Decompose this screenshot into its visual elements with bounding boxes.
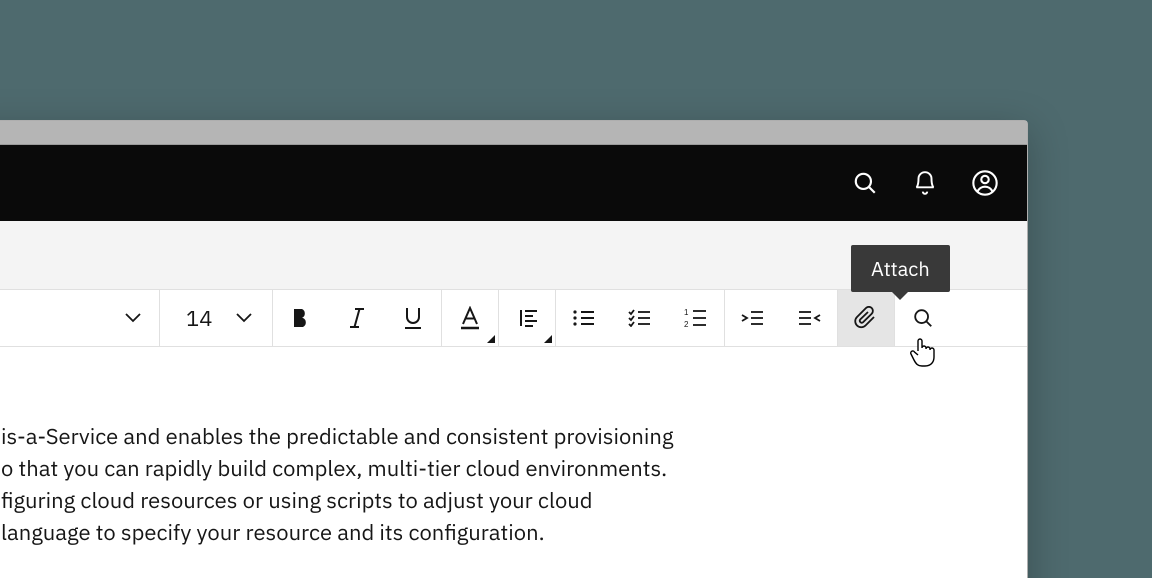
tooltip-label: Attach bbox=[871, 255, 930, 282]
indent-increase-icon bbox=[741, 309, 765, 327]
underline-button[interactable] bbox=[385, 290, 441, 346]
indent-decrease-button[interactable] bbox=[781, 290, 837, 346]
bold-icon bbox=[291, 307, 311, 329]
app-window: 14 bbox=[0, 120, 1028, 578]
notifications-button[interactable] bbox=[895, 153, 955, 213]
dropdown-corner-icon bbox=[487, 335, 495, 343]
text-line: is-a-Service and enables the predictable… bbox=[1, 421, 997, 453]
attach-button[interactable] bbox=[838, 290, 894, 346]
search-icon bbox=[852, 170, 878, 196]
attach-icon bbox=[854, 306, 878, 330]
attach-tooltip: Attach bbox=[851, 245, 950, 292]
account-button[interactable] bbox=[955, 153, 1015, 213]
check-list-button[interactable] bbox=[612, 290, 668, 346]
dropdown-corner-icon bbox=[544, 335, 552, 343]
numbered-list-button[interactable]: 12 bbox=[668, 290, 724, 346]
search-icon bbox=[912, 307, 934, 329]
bulleted-list-button[interactable] bbox=[556, 290, 612, 346]
paragraph-align-button[interactable] bbox=[499, 290, 555, 346]
chevron-down-icon bbox=[125, 313, 141, 323]
italic-button[interactable] bbox=[329, 290, 385, 346]
text-color-button[interactable] bbox=[442, 290, 498, 346]
check-list-icon bbox=[628, 309, 652, 327]
bold-button[interactable] bbox=[273, 290, 329, 346]
user-avatar-icon bbox=[971, 169, 999, 197]
indent-decrease-icon bbox=[797, 309, 821, 327]
chevron-down-icon bbox=[236, 313, 252, 323]
app-header bbox=[0, 145, 1027, 221]
text-line: o that you can rapidly build complex, mu… bbox=[1, 453, 997, 485]
svg-text:1: 1 bbox=[684, 308, 689, 317]
font-family-select[interactable] bbox=[0, 290, 159, 346]
font-size-select[interactable]: 14 bbox=[160, 290, 272, 346]
italic-icon bbox=[348, 307, 366, 329]
indent-increase-button[interactable] bbox=[725, 290, 781, 346]
editor-toolbar: 14 bbox=[0, 289, 1027, 347]
window-titlebar bbox=[0, 121, 1027, 145]
bulleted-list-icon bbox=[572, 309, 596, 327]
document-body[interactable]: is-a-Service and enables the predictable… bbox=[0, 347, 1027, 578]
text-color-icon bbox=[459, 306, 481, 330]
svg-text:2: 2 bbox=[684, 320, 689, 328]
underline-icon bbox=[403, 306, 423, 330]
align-left-icon bbox=[515, 308, 539, 328]
bell-icon bbox=[912, 170, 938, 196]
text-line: language to specify your resource and it… bbox=[1, 517, 997, 549]
font-size-value: 14 bbox=[186, 304, 212, 333]
search-button[interactable] bbox=[835, 153, 895, 213]
numbered-list-icon: 12 bbox=[684, 308, 708, 328]
text-line: figuring cloud resources or using script… bbox=[1, 485, 997, 517]
